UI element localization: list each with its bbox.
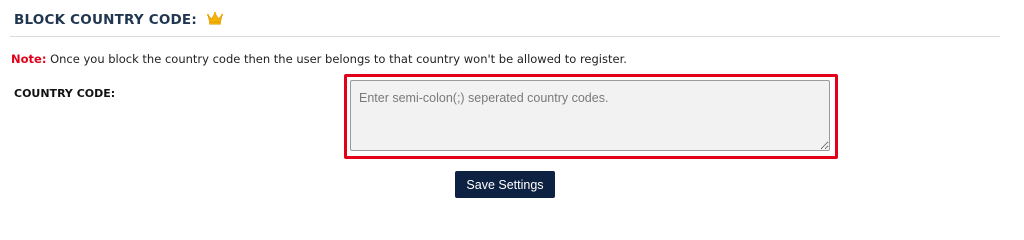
section-header: BLOCK COUNTRY CODE: [14, 8, 224, 32]
crown-icon [206, 11, 224, 25]
country-code-input[interactable] [350, 80, 830, 151]
section-title: BLOCK COUNTRY CODE: [14, 12, 197, 28]
country-code-label: COUNTRY CODE: [14, 87, 116, 100]
note-label: Note: [11, 52, 47, 66]
section-divider [10, 36, 1000, 37]
note-message: Once you block the country code then the… [46, 52, 627, 66]
save-settings-button[interactable]: Save Settings [455, 171, 555, 198]
note-text: Note: Once you block the country code th… [11, 52, 627, 66]
